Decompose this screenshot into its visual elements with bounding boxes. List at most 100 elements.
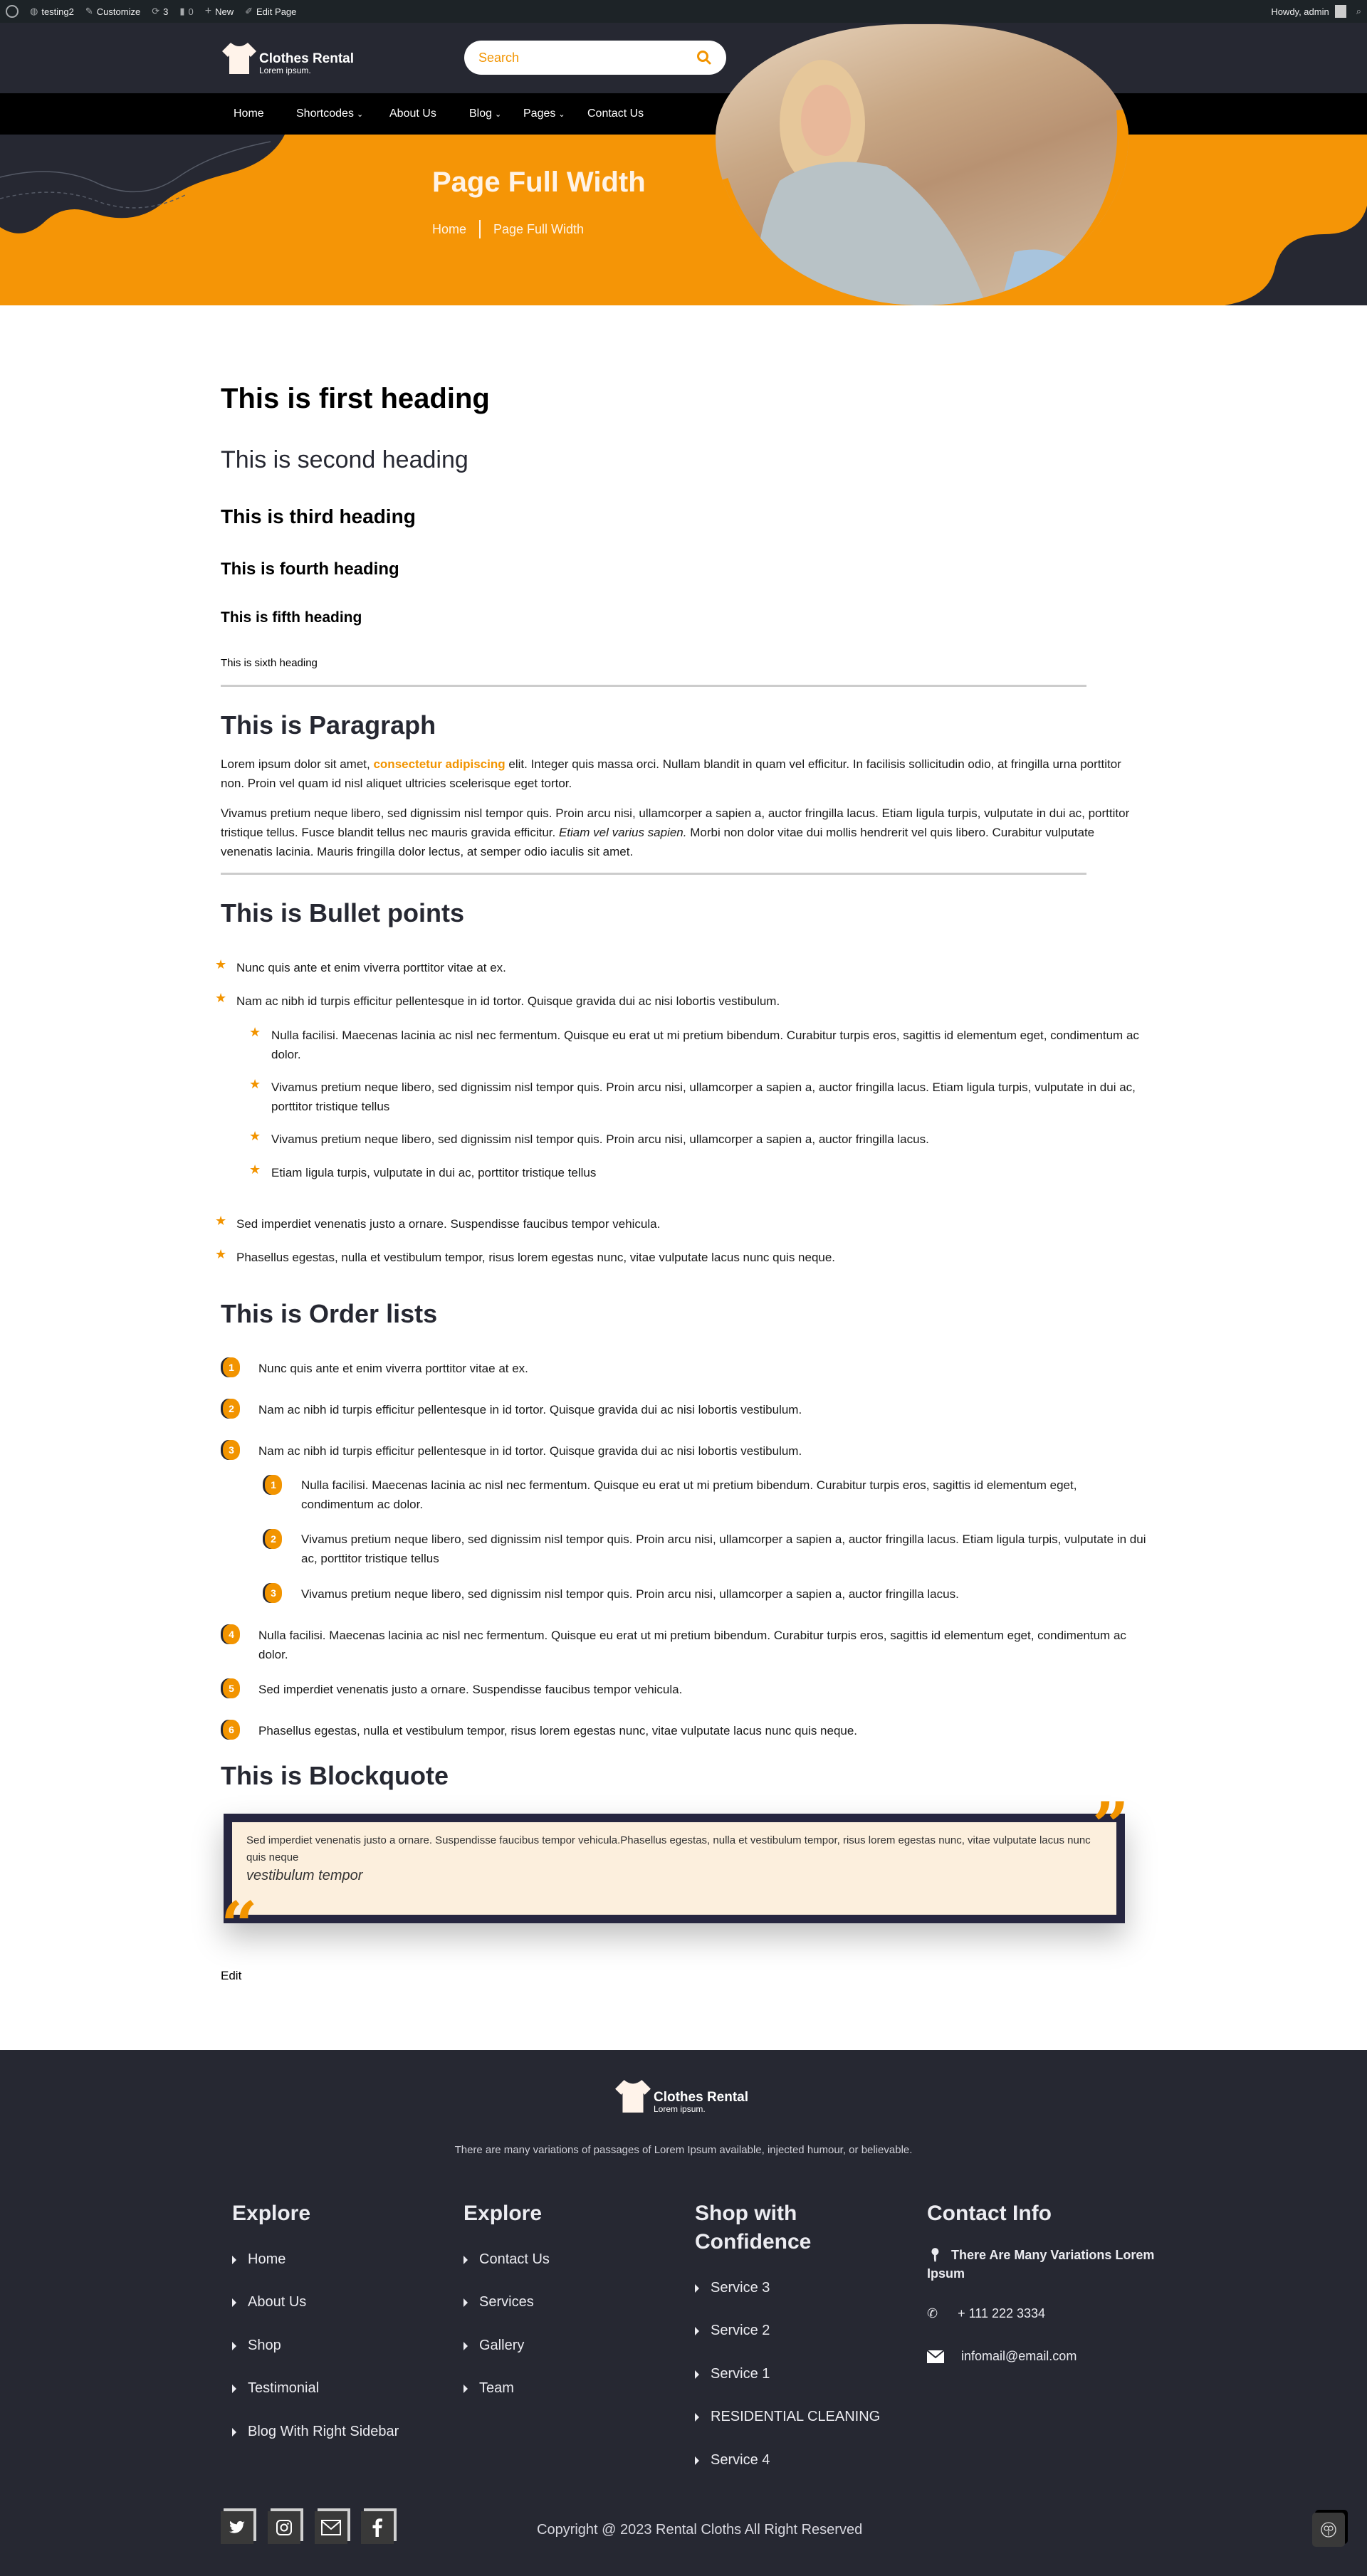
facebook-icon <box>372 2518 382 2537</box>
nav-item-contact-us[interactable]: Contact Us <box>587 107 644 120</box>
close-quote-icon: ” <box>1092 1788 1129 1863</box>
star-icon: ★ <box>249 1025 261 1039</box>
caret-right-icon <box>463 2298 468 2307</box>
footer-link-service-2[interactable]: Service 2 <box>695 2323 770 2339</box>
plus-icon: + <box>204 5 212 17</box>
footer-link-gallery[interactable]: Gallery <box>463 2338 524 2354</box>
instagram-button[interactable] <box>268 2511 300 2544</box>
list-item: Nam ac nibh id turpis efficitur pellente… <box>236 994 780 1008</box>
caret-right-icon <box>232 2255 236 2264</box>
contact-email[interactable]: infomail@email.com <box>927 2349 1077 2364</box>
quote-cite: vestibulum tempor <box>246 1868 363 1883</box>
caret-right-icon <box>695 2412 699 2422</box>
footer-link-home[interactable]: Home <box>232 2251 286 2268</box>
list-item: Vivamus pretium neque libero, sed dignis… <box>301 1533 1146 1565</box>
footer-link-service-1[interactable]: Service 1 <box>695 2366 770 2382</box>
logo-title: Clothes Rental <box>259 51 355 66</box>
customize-link[interactable]: ✎ Customize <box>85 0 140 23</box>
divider <box>221 685 1086 687</box>
list-item: Nulla facilisi. Maecenas lacinia ac nisl… <box>258 1629 1126 1661</box>
wordpress-menu[interactable] <box>6 0 19 23</box>
site-header: Clothes Rental Lorem ipsum. <box>0 23 1367 93</box>
list-item: Nunc quis ante et enim viverra porttitor… <box>258 1362 528 1375</box>
caret-right-icon <box>232 2427 236 2436</box>
footer-link-testimonial[interactable]: Testimonial <box>232 2380 319 2397</box>
footer-link-team[interactable]: Team <box>463 2380 514 2397</box>
footer-link-contact-us[interactable]: Contact Us <box>463 2251 550 2268</box>
list-item: Vivamus pretium neque libero, sed dignis… <box>271 1132 929 1146</box>
footer-logo-tagline: Lorem ipsum. <box>654 2104 706 2114</box>
nav-item-home[interactable]: Home <box>234 107 264 120</box>
site-name-link[interactable]: ◍ testing2 <box>30 0 74 23</box>
footer-link-residential-cleaning[interactable]: RESIDENTIAL CLEANING <box>695 2409 880 2425</box>
chevron-down-icon: ⌄ <box>356 110 364 119</box>
list-item: Phasellus egestas, nulla et vestibulum t… <box>258 1724 858 1738</box>
page-title: Page Full Width <box>432 167 646 198</box>
list-item: Sed imperdiet venenatis justo a ornare. … <box>236 1217 661 1231</box>
comment-icon: ▮ <box>179 6 185 16</box>
paragraph-2: Vivamus pretium neque libero, sed dignis… <box>221 806 1130 858</box>
edit-page-link[interactable]: ✐ Edit Page <box>245 0 296 23</box>
contact-phone[interactable]: ✆ + 111 222 3334 <box>927 2306 1045 2321</box>
list-item: Vivamus pretium neque libero, sed dignis… <box>271 1081 1136 1113</box>
caret-right-icon <box>695 2283 699 2293</box>
blockquote-heading: This is Blockquote <box>221 1761 449 1790</box>
paragraph-1: Lorem ipsum dolor sit amet, consectetur … <box>221 757 1121 790</box>
updates-icon: ⟳ <box>152 6 160 16</box>
number-badge: 5 <box>223 1678 240 1698</box>
contact-address: 📍︎ There Are Many Variations Lorem Ipsum <box>927 2246 1155 2283</box>
list-item: Sed imperdiet venenatis justo a ornare. … <box>258 1683 683 1696</box>
ordered-heading: This is Order lists <box>221 1299 438 1328</box>
pencil-icon: ✐ <box>245 6 253 16</box>
number-badge: 3 <box>265 1583 282 1603</box>
nav-item-about-us[interactable]: About Us <box>389 107 436 120</box>
blockquote: Sed imperdiet venenatis justo a ornare. … <box>224 1814 1125 1923</box>
heading-1: This is first heading <box>221 383 490 414</box>
footer-link-about-us[interactable]: About Us <box>232 2294 306 2310</box>
edit-link[interactable]: Edit <box>221 1969 241 1983</box>
email-button[interactable] <box>315 2511 347 2544</box>
logo-tagline: Lorem ipsum. <box>259 65 311 75</box>
twitter-icon <box>229 2520 245 2533</box>
nav-item-pages[interactable]: Pages ⌄ <box>523 107 565 120</box>
search-icon[interactable] <box>696 50 712 65</box>
footer-link-shop[interactable]: Shop <box>232 2338 281 2354</box>
twitter-button[interactable] <box>221 2511 253 2544</box>
nav-item-shortcodes[interactable]: Shortcodes ⌄ <box>296 107 363 120</box>
search-input[interactable] <box>478 50 696 65</box>
footer-link-services[interactable]: Services <box>463 2294 534 2310</box>
bullets-heading: This is Bullet points <box>221 898 465 927</box>
site-logo[interactable]: Clothes Rental Lorem ipsum. <box>221 41 354 75</box>
search-icon[interactable]: ⌕ <box>1356 6 1361 17</box>
caret-right-icon <box>695 2326 699 2335</box>
my-account-link[interactable]: Howdy, admin <box>1271 6 1329 17</box>
footer-logo[interactable]: Clothes Rental Lorem ipsum. <box>614 2078 748 2114</box>
avatar[interactable] <box>1334 5 1346 18</box>
comments-link[interactable]: ▮ 0 <box>179 0 193 23</box>
updates-link[interactable]: ⟳ 3 <box>152 0 168 23</box>
wave-decoration <box>0 135 285 233</box>
footer-column-title: Explore <box>463 2202 543 2225</box>
divider <box>221 873 1086 875</box>
breadcrumb-home[interactable]: Home <box>432 222 466 237</box>
nav-item-blog[interactable]: Blog ⌄ <box>469 107 501 120</box>
heading-3: This is third heading <box>221 505 416 527</box>
number-badge: 4 <box>223 1624 240 1644</box>
caret-right-icon <box>695 2456 699 2465</box>
breadcrumb: Home Page Full Width <box>432 220 584 238</box>
footer-link-blog-right-sidebar[interactable]: Blog With Right Sidebar <box>232 2424 399 2440</box>
facebook-button[interactable] <box>361 2511 394 2544</box>
number-badge: 2 <box>223 1399 240 1419</box>
copyright-text: Copyright @ 2023 Rental Cloths All Right… <box>537 2522 863 2538</box>
caret-right-icon <box>463 2341 468 2350</box>
accessibility-widget-button[interactable] <box>1312 2513 1345 2547</box>
footer-link-service-3[interactable]: Service 3 <box>695 2280 770 2296</box>
footer-link-service-4[interactable]: Service 4 <box>695 2452 770 2469</box>
number-badge: 2 <box>265 1529 282 1549</box>
number-badge: 6 <box>223 1720 240 1740</box>
brush-icon: ✎ <box>85 6 93 16</box>
caret-right-icon <box>463 2255 468 2264</box>
list-item: Nulla facilisi. Maecenas lacinia ac nisl… <box>271 1029 1139 1061</box>
quote-text: Sed imperdiet venenatis justo a ornare. … <box>246 1834 1091 1863</box>
new-content-link[interactable]: + New <box>205 0 234 23</box>
